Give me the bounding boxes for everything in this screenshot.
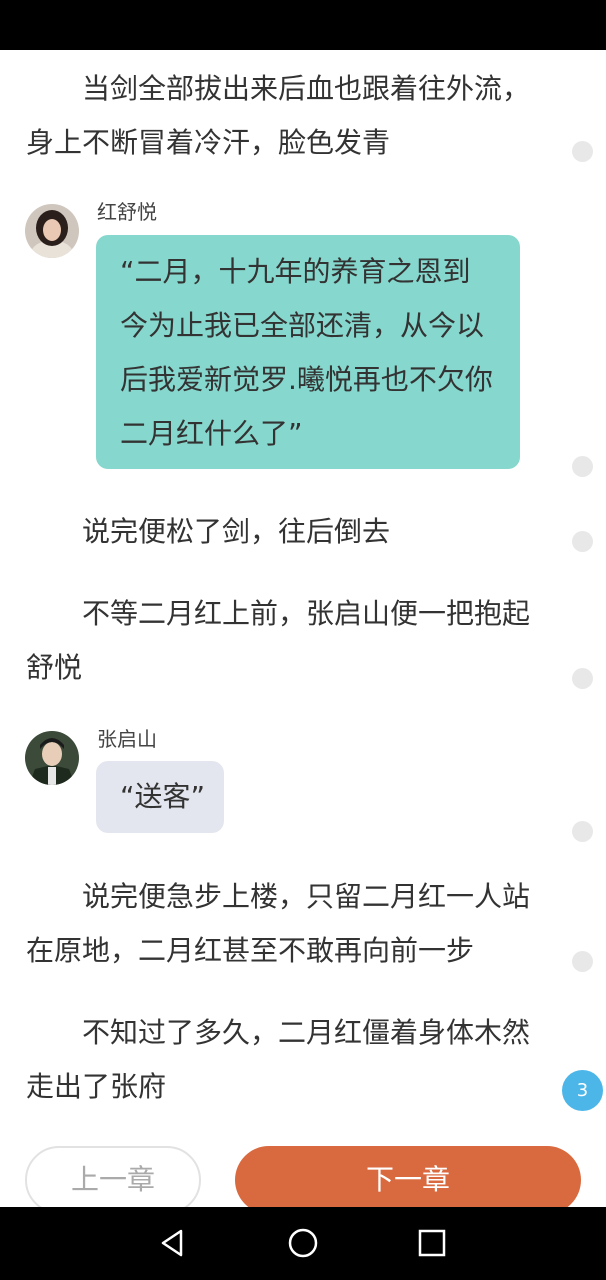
zhang-avatar[interactable] [25,731,79,785]
hong-speaker-name: 红舒悦 [97,200,157,224]
paragraph-comment-dot[interactable] [572,531,593,552]
narration-paragraph-1: 当剑全部拔出来后血也跟着往外流，身上不断冒着冷汗，脸色发青 [26,72,531,159]
next-chapter-button[interactable]: 下一章 [235,1146,581,1214]
recents-icon[interactable] [414,1225,450,1261]
back-icon[interactable] [155,1225,191,1261]
paragraph-comment-dot[interactable] [572,456,593,477]
paragraph-comment-dot[interactable] [572,951,593,972]
zhang-message-bubble: “送客” [96,761,224,833]
narration-paragraph-4: 说完便急步上楼，只留二月红一人站在原地，二月红甚至不敢再向前一步 [26,880,531,967]
previous-chapter-button[interactable]: 上一章 [25,1146,201,1214]
paragraph-comment-dot[interactable] [572,668,593,689]
home-icon[interactable] [285,1225,321,1261]
narration-paragraph-5: 不知过了多久，二月红僵着身体木然走出了张府 [26,1016,531,1103]
paragraph-comment-dot[interactable] [572,821,593,842]
zhang-speaker-name: 张启山 [97,727,157,751]
paragraph-comment-dot[interactable] [572,141,593,162]
system-navigation-bar [0,1207,606,1280]
hong-message-bubble: “二月，十九年的养育之恩到今为止我已全部还清，从今以后我爱新觉罗.曦悦再也不欠你… [96,235,520,469]
narration-paragraph-2: 说完便松了剑，往后倒去 [82,515,391,548]
status-bar [0,0,606,50]
hong-avatar[interactable] [25,204,79,258]
narration-paragraph-3: 不等二月红上前，张启山便一把抱起舒悦 [26,597,531,684]
comment-count-badge[interactable]: 3 [562,1070,603,1111]
